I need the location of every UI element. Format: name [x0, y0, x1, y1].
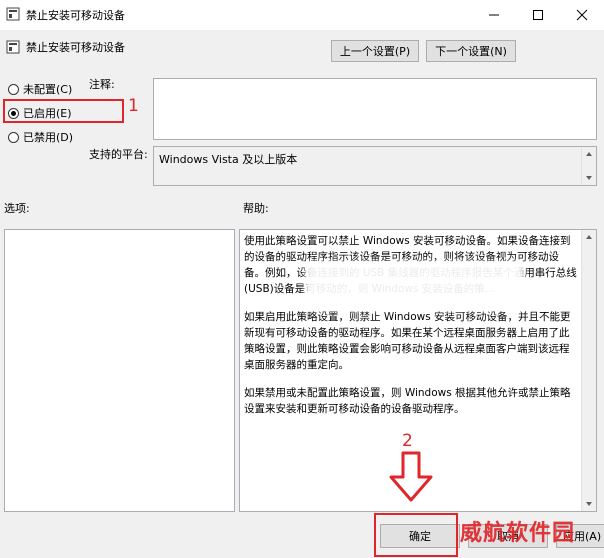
- scroll-down-icon[interactable]: [586, 176, 592, 180]
- radio-label: 未配置(C): [23, 83, 73, 96]
- policy-name: 禁止安装可移动设备: [26, 41, 125, 54]
- help-paragraph: 如果启用此策略设置，则禁止 Windows 安装可移动设备，并且不能更新现有可移…: [244, 311, 571, 371]
- supported-platform-value: Windows Vista 及以上版本: [159, 153, 298, 166]
- policy-setting-icon: [6, 40, 20, 54]
- options-label: 选项:: [4, 202, 30, 215]
- step1-highlight-box: [3, 99, 124, 123]
- scroll-up-icon[interactable]: [586, 235, 592, 239]
- supported-platform-field: Windows Vista 及以上版本: [153, 146, 597, 186]
- supported-platform-label: 支持的平台:: [89, 148, 148, 161]
- radio-circle-icon: [8, 83, 19, 95]
- step2-annotation: 2: [402, 431, 413, 451]
- scroll-up-icon[interactable]: [586, 152, 592, 156]
- policy-app-icon: [6, 7, 20, 21]
- previous-setting-button[interactable]: 上一个设置(P): [331, 40, 419, 62]
- comment-label: 注释:: [89, 78, 115, 91]
- blurred-region: [305, 262, 525, 310]
- options-pane: [4, 229, 235, 512]
- maximize-button[interactable]: [516, 0, 560, 30]
- minimize-icon: [489, 14, 499, 16]
- radio-circle-icon: [8, 131, 19, 143]
- close-button[interactable]: [560, 0, 604, 30]
- close-icon: [576, 9, 588, 21]
- help-label: 帮助:: [243, 202, 269, 215]
- scroll-down-icon[interactable]: [586, 502, 592, 506]
- maximize-icon: [533, 10, 543, 20]
- down-arrow-icon: [389, 451, 433, 502]
- radio-disabled[interactable]: 已禁用(D): [8, 129, 73, 145]
- window-title: 禁止安装可移动设备: [26, 9, 125, 22]
- radio-not-configured[interactable]: 未配置(C): [8, 81, 72, 97]
- step1-annotation: 1: [128, 96, 139, 116]
- watermark-text: 威航软件园: [460, 521, 576, 546]
- platform-scrollbar[interactable]: [581, 147, 596, 185]
- comment-input[interactable]: [153, 78, 597, 140]
- radio-label: 已禁用(D): [23, 131, 74, 144]
- next-setting-button[interactable]: 下一个设置(N): [426, 40, 516, 62]
- help-scrollbar[interactable]: [581, 230, 596, 511]
- help-paragraph: 如果禁用或未配置此策略设置，则 Windows 根据其他允许或禁止策略设置来安装…: [244, 387, 571, 415]
- step2-highlight-box: [374, 513, 458, 557]
- minimize-button[interactable]: [472, 0, 516, 30]
